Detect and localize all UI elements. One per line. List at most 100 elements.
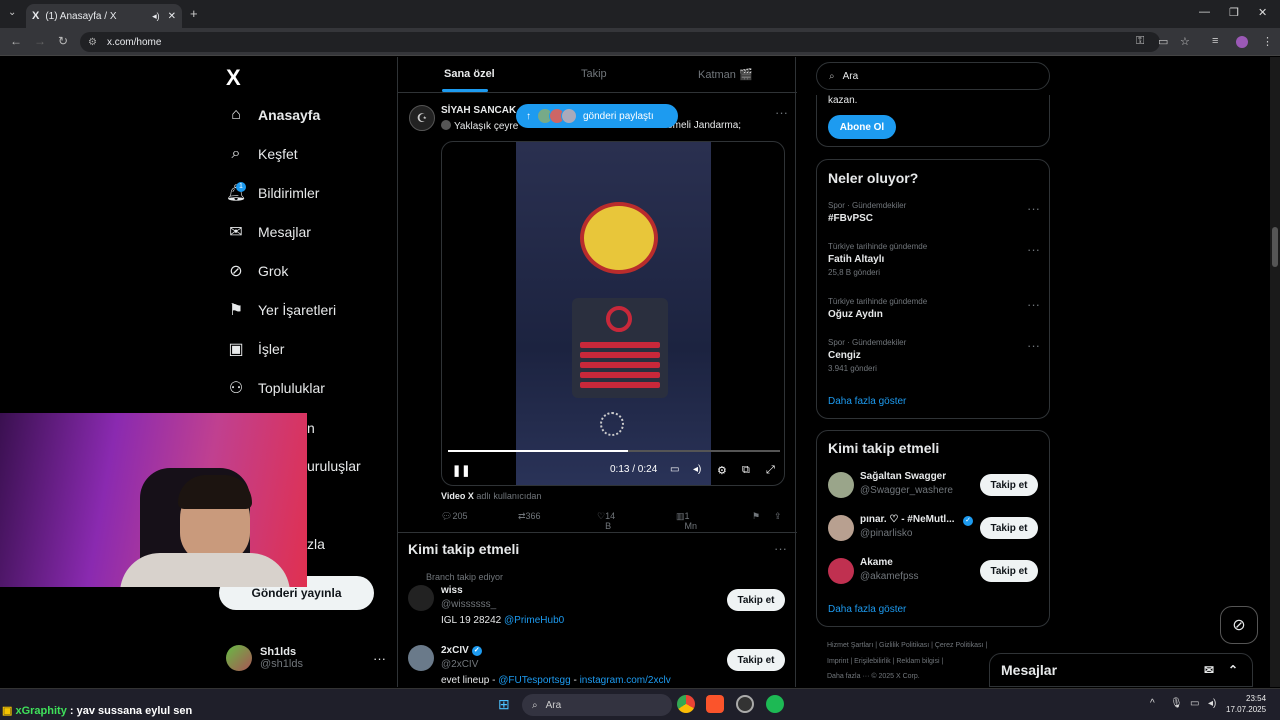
nav-item-more-partial[interactable]: zla <box>307 536 325 552</box>
more-icon[interactable]: ··· <box>373 651 386 666</box>
reading-list-icon[interactable]: ≡ <box>1212 35 1218 47</box>
bio-link-2[interactable]: instagram.com/2xclv <box>580 675 671 686</box>
video-progress-bar[interactable] <box>448 450 780 452</box>
new-tab-icon[interactable]: + <box>190 6 198 21</box>
browser-tab[interactable]: X (1) Anasayfa / X ◂) ✕ <box>26 4 182 28</box>
bookmark-icon[interactable]: ⚑ <box>752 511 760 522</box>
tweet-more-icon[interactable]: ··· <box>775 105 788 120</box>
nav-item-bookmarks[interactable]: ⚑ Yer İşaretleri <box>226 296 336 324</box>
follow-button[interactable]: Takip et <box>980 560 1038 582</box>
home-icon: ⌂ <box>231 106 241 123</box>
site-settings-icon[interactable]: ⚙ <box>88 37 97 48</box>
maximize-icon[interactable]: ❐ <box>1229 6 1239 19</box>
wtf-show-more[interactable]: Daha fazla göster <box>828 604 906 615</box>
follow-button[interactable]: Takip et <box>727 589 785 611</box>
video-player[interactable]: ❚❚ 0:13 / 0:24 ▭ ◂) ⚙ ⧉ ⤢ <box>441 141 785 486</box>
app-icon[interactable] <box>736 695 754 713</box>
expand-icon[interactable]: ⌃ <box>1228 663 1238 677</box>
follow-suggestion[interactable]: Akame @akamefpss Takip et <box>828 555 1040 585</box>
minimize-icon[interactable]: — <box>1199 6 1210 18</box>
new-message-icon[interactable]: ✉ <box>1204 663 1214 677</box>
footer-links-row2[interactable]: Imprint | Erişilebilirlik | Reklam bilgi… <box>827 658 943 665</box>
video-source-name[interactable]: Video X <box>441 491 474 501</box>
nav-item-grok[interactable]: ⊘ Grok <box>226 257 288 285</box>
pause-icon[interactable]: ❚❚ <box>452 464 470 477</box>
trend-more-icon[interactable]: ··· <box>1027 242 1040 257</box>
follow-button[interactable]: Takip et <box>980 517 1038 539</box>
footer-links-row3[interactable]: Daha fazla ··· © 2025 X Corp. <box>827 673 920 680</box>
follow-suggestion[interactable]: Sağaltan Swagger @Swagger_washere Takip … <box>828 469 1040 499</box>
system-clock[interactable]: 23:54 17.07.2025 <box>1226 693 1266 715</box>
speaker-icon[interactable]: ◂) <box>152 11 160 22</box>
bio-link[interactable]: @PrimeHub0 <box>504 615 564 626</box>
wtf-more-icon[interactable]: ··· <box>774 541 787 556</box>
spotify-icon[interactable] <box>766 695 784 713</box>
share-icon[interactable]: ⇪ <box>774 511 782 522</box>
trends-show-more[interactable]: Daha fazla göster <box>828 396 906 407</box>
like-button[interactable]: ♡ 14 B <box>597 511 615 531</box>
windows-start-icon[interactable]: ⊞ <box>498 696 510 713</box>
address-bar[interactable]: ⚙ x.com/home <box>80 32 1160 52</box>
tab-layer[interactable]: Katman 🎬 <box>698 68 753 81</box>
trend-more-icon[interactable]: ··· <box>1027 201 1040 216</box>
footer-links-row1[interactable]: Hizmet Şartları | Gizlilik Politikası | … <box>827 642 987 649</box>
nav-item-messages[interactable]: ✉ Mesajlar <box>226 218 311 246</box>
network-icon[interactable]: ▭ <box>1190 698 1199 709</box>
nav-item-communities[interactable]: ⚇ Topluluklar <box>226 374 325 402</box>
follow-button[interactable]: Takip et <box>727 649 785 671</box>
forward-icon[interactable]: → <box>34 34 46 48</box>
nav-item-premium-partial[interactable]: n <box>307 420 315 436</box>
tab-following[interactable]: Takip <box>581 68 607 80</box>
volume-icon[interactable]: ◂) <box>693 464 701 475</box>
captions-icon[interactable]: ▭ <box>670 464 679 475</box>
search-input[interactable]: ⌕ Ara <box>816 62 1050 90</box>
key-icon[interactable]: ⚿ <box>1136 35 1144 48</box>
like-count: 14 B <box>605 511 616 531</box>
pip-icon[interactable]: ⧉ <box>742 464 750 477</box>
trend-item[interactable]: Spor · Gündemdekiler Cengiz 3.941 gönder… <box>828 338 1040 373</box>
tab-close-icon[interactable]: ✕ <box>168 11 176 22</box>
window-close-icon[interactable]: ✕ <box>1258 6 1267 19</box>
nav-item-orgs-partial[interactable]: uruluşlar <box>307 458 361 474</box>
trend-more-icon[interactable]: ··· <box>1027 338 1040 353</box>
browser-menu-icon[interactable]: ⋮ <box>1262 35 1273 48</box>
trend-more-icon[interactable]: ··· <box>1027 297 1040 312</box>
new-posts-pill[interactable]: ↑ gönderi paylaştı <box>516 104 678 128</box>
chrome-icon[interactable] <box>677 695 695 713</box>
nav-item-notifications[interactable]: 🔔︎ 1 Bildirimler <box>226 179 319 207</box>
messages-drawer[interactable]: Mesajlar ✉ ⌃ <box>989 653 1253 687</box>
bio-link[interactable]: @FUTesportsgg <box>498 675 570 686</box>
mic-icon[interactable]: 🎙︎ <box>1170 698 1183 709</box>
tweet-author[interactable]: SİYAH SANCAK <box>441 105 516 116</box>
taskbar-search[interactable]: ⌕ Ara <box>522 694 672 716</box>
nav-item-jobs[interactable]: ▣ İşler <box>226 335 284 363</box>
subscribe-button[interactable]: Abone Ol <box>828 115 896 139</box>
account-switcher[interactable]: Sh1lds @sh1lds ··· <box>226 642 386 674</box>
nav-item-explore[interactable]: ⌕ Keşfet <box>226 140 298 168</box>
fullscreen-icon[interactable]: ⤢ <box>766 464 775 477</box>
star-icon[interactable]: ☆ <box>1180 35 1190 48</box>
tab-search-icon[interactable]: ⌄ <box>8 7 16 18</box>
trend-item[interactable]: Türkiye tarihinde gündemde Oğuz Aydın ··… <box>828 297 1040 320</box>
scrollbar[interactable] <box>1270 57 1280 687</box>
back-icon[interactable]: ← <box>10 34 22 48</box>
x-logo-icon[interactable]: X <box>226 65 241 91</box>
follow-suggestion[interactable]: pınar. ♡ - #NeMutl... ✓ @pinarlisko Taki… <box>828 512 1040 542</box>
trend-item[interactable]: Türkiye tarihinde gündemde Fatih Altaylı… <box>828 242 1040 277</box>
tray-arrow-icon[interactable]: ^ <box>1150 698 1155 709</box>
nav-item-home[interactable]: ⌂ Anasayfa <box>226 101 320 129</box>
follow-button[interactable]: Takip et <box>980 474 1038 496</box>
settings-icon[interactable]: ⚙ <box>717 464 727 477</box>
reload-icon[interactable]: ↻ <box>58 34 68 48</box>
tab-for-you[interactable]: Sana özel <box>444 68 495 80</box>
trend-item[interactable]: Spor · Gündemdekiler #FBvPSC ··· <box>828 201 1040 224</box>
cast-icon[interactable]: ▭ <box>1158 35 1168 48</box>
repost-button[interactable]: ⇄ 366 <box>518 511 541 522</box>
grok-fab-icon[interactable]: ⊘ <box>1220 606 1258 644</box>
brave-icon[interactable] <box>706 695 724 713</box>
reply-button[interactable]: 💬︎ 205 <box>441 511 467 522</box>
volume-icon[interactable]: ◂) <box>1208 698 1216 709</box>
tweet-avatar[interactable]: ☪ <box>409 105 435 131</box>
profile-avatar-icon[interactable] <box>1236 36 1248 48</box>
views-button[interactable]: ▥ 1 Mn <box>676 511 697 531</box>
